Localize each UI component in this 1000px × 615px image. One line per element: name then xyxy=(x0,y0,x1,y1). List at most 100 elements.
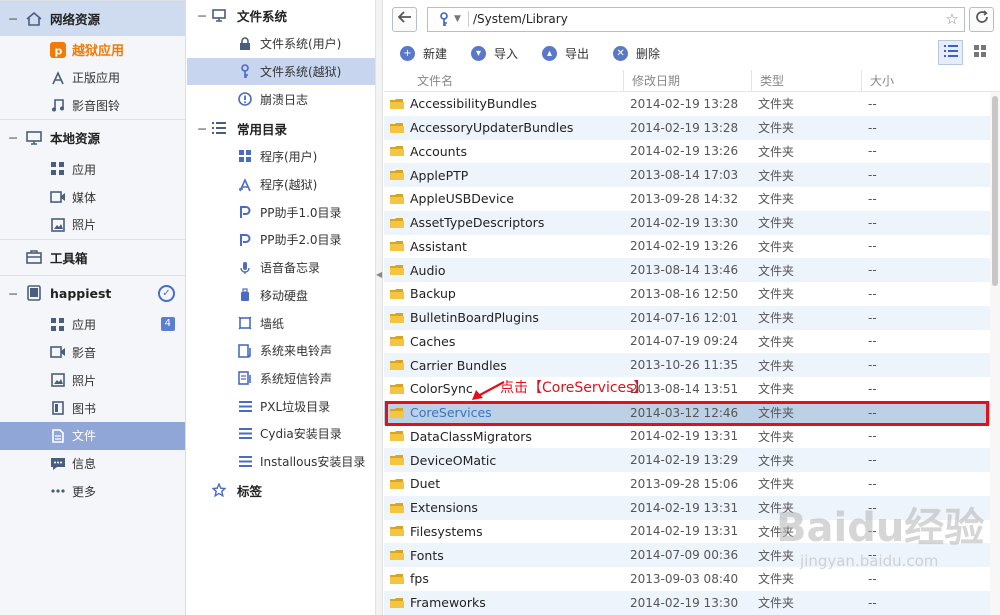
file-type: 文件夹 xyxy=(758,382,795,397)
table-row[interactable]: ApplePTP 2013-08-14 17:03 文件夹 -- xyxy=(384,163,990,187)
section-title: 网络资源 xyxy=(50,12,101,27)
table-row[interactable]: AccessibilityBundles 2014-02-19 13:28 文件夹 -… xyxy=(384,92,990,116)
column-type[interactable]: 类型 xyxy=(752,70,862,92)
delete-button[interactable]: ✕ 删除 xyxy=(613,45,660,62)
file-name: Accounts xyxy=(410,143,467,159)
file-toolbar: + 新建 ▾ 导入 ▴ 导出 ✕ 删除 xyxy=(384,40,1000,66)
table-row[interactable]: Audio 2013-08-14 13:46 文件夹 -- xyxy=(384,258,990,282)
collapse-arrow-icon[interactable]: ◀ xyxy=(376,270,382,279)
table-row[interactable]: Accounts 2014-02-19 13:26 文件夹 -- xyxy=(384,140,990,164)
folder-icon xyxy=(390,264,404,276)
tree-item-crash-logs[interactable]: 崩溃日志 xyxy=(187,85,375,113)
sidebar-item-device-photos[interactable]: 照片 xyxy=(0,366,185,394)
sidebar-item-label: 应用 xyxy=(72,162,97,177)
table-row[interactable]: Carrier Bundles 2013-10-26 11:35 文件夹 -- xyxy=(384,353,990,377)
sidebar-item-official-apps[interactable]: 正版应用 xyxy=(0,64,185,92)
sidebar-item-device-files[interactable]: 文件 xyxy=(0,421,185,450)
table-row[interactable]: DeviceOMatic 2014-02-19 13:29 文件夹 -- xyxy=(384,448,990,472)
folder-icon xyxy=(390,549,404,561)
tree-item-pxl-trash[interactable]: PXL垃圾目录 xyxy=(187,392,375,420)
tree-item-sms-tones[interactable]: 系统短信铃声 xyxy=(187,365,375,393)
collapse-icon[interactable]: − xyxy=(8,130,22,145)
tree-group-common-dirs[interactable]: − 常用目录 xyxy=(187,113,375,143)
tree-group-filesystem[interactable]: − 文件系统 xyxy=(187,0,375,30)
file-date: 2014-02-19 13:29 xyxy=(630,453,739,468)
key-icon xyxy=(434,11,454,27)
file-size: -- xyxy=(868,120,877,135)
vertical-scrollbar[interactable] xyxy=(990,92,1000,615)
section-device-happiest[interactable]: − happiest ✓ xyxy=(0,274,185,311)
tree-item-label: 墙纸 xyxy=(260,316,285,331)
tree-item-filesystem-user[interactable]: 文件系统(用户) xyxy=(187,30,375,58)
sidebar-item-device-more[interactable]: 更多 xyxy=(0,478,185,506)
table-row[interactable]: Caches 2014-07-19 09:24 文件夹 -- xyxy=(384,330,990,354)
back-button[interactable] xyxy=(392,6,417,32)
import-button[interactable]: ▾ 导入 xyxy=(471,45,518,62)
file-name: ApplePTP xyxy=(410,167,469,183)
new-button[interactable]: + 新建 xyxy=(400,45,447,62)
collapse-icon[interactable]: − xyxy=(197,121,211,136)
tree-item-wallpaper[interactable]: 墙纸 xyxy=(187,309,375,337)
tree-item-filesystem-jailbreak[interactable]: 文件系统(越狱) xyxy=(187,57,375,86)
sidebar-item-device-media[interactable]: 影音 xyxy=(0,339,185,367)
path-field[interactable]: ▼ /System/Library ☆ xyxy=(427,6,965,32)
section-local-resources[interactable]: − 本地资源 xyxy=(0,119,185,155)
table-row[interactable]: fps 2013-09-03 08:40 文件夹 -- xyxy=(384,567,990,591)
table-row[interactable]: Assistant 2014-02-19 13:26 文件夹 -- xyxy=(384,235,990,259)
table-row[interactable]: AppleUSBDevice 2013-09-28 14:32 文件夹 -- xyxy=(384,187,990,211)
tree-group-tags[interactable]: 标签 xyxy=(187,475,375,505)
list-view-button[interactable] xyxy=(938,40,963,65)
sidebar-item-device-books[interactable]: 图书 xyxy=(0,394,185,422)
table-row[interactable]: Frameworks 2014-02-19 13:30 文件夹 -- xyxy=(384,590,990,615)
table-row[interactable]: Backup 2013-08-16 12:50 文件夹 -- xyxy=(384,282,990,306)
collapse-icon[interactable]: − xyxy=(8,286,22,301)
file-size: -- xyxy=(868,263,877,278)
file-type: 文件夹 xyxy=(758,121,795,136)
sidebar-item-local-apps[interactable]: 应用 xyxy=(0,155,185,183)
sidebar-item-local-photos[interactable]: 照片 xyxy=(0,211,185,239)
tree-item-programs-jailbreak[interactable]: 程序(越狱) xyxy=(187,171,375,199)
column-name[interactable]: 文件名 xyxy=(384,70,624,92)
sidebar-item-local-media[interactable]: 媒体 xyxy=(0,183,185,211)
sidebar-item-device-messages[interactable]: 信息 xyxy=(0,450,185,478)
pane-splitter[interactable]: ◀ xyxy=(375,0,383,615)
sidebar-item-jailbreak-apps[interactable]: p 越狱应用 xyxy=(0,36,185,64)
table-row[interactable]: CoreServices 2014-03-12 12:46 文件夹 -- xyxy=(384,400,990,426)
tree-item-pp2-dir[interactable]: PP助手2.0目录 xyxy=(187,226,375,254)
sidebar-item-media-ringtones[interactable]: 影音图铃 xyxy=(0,92,185,120)
home-icon xyxy=(24,11,44,27)
sidebar-item-label: 媒体 xyxy=(72,190,97,205)
file-size: -- xyxy=(868,96,877,111)
sidebar-item-device-apps[interactable]: 应用 4 xyxy=(0,311,185,339)
tree-item-programs-user[interactable]: 程序(用户) xyxy=(187,143,375,171)
section-network-resources[interactable]: − 网络资源 xyxy=(0,0,185,36)
sms-tone-icon xyxy=(237,370,253,386)
export-button[interactable]: ▴ 导出 xyxy=(542,45,589,62)
table-row[interactable]: AssetTypeDescriptors 2014-02-19 13:30 文件夹 -… xyxy=(384,210,990,235)
tree-item-cydia-install[interactable]: Cydia安装目录 xyxy=(187,420,375,448)
chevron-down-icon[interactable]: ▼ xyxy=(454,14,468,24)
folder-icon xyxy=(390,288,404,300)
favorite-star-icon[interactable]: ☆ xyxy=(940,10,964,28)
column-date[interactable]: 修改日期 xyxy=(624,70,752,92)
column-size[interactable]: 大小 xyxy=(862,70,1000,92)
collapse-icon[interactable]: − xyxy=(8,11,22,26)
table-row[interactable]: AccessoryUpdaterBundles 2014-02-19 13:28 文… xyxy=(384,115,990,140)
tree-item-installous-install[interactable]: Installous安装目录 xyxy=(187,448,375,476)
collapse-icon[interactable]: − xyxy=(197,8,211,23)
current-path[interactable]: /System/Library xyxy=(473,12,940,26)
file-date: 2014-02-19 13:26 xyxy=(630,144,739,159)
tree-item-removable-disk[interactable]: 移动硬盘 xyxy=(187,282,375,310)
file-name: Audio xyxy=(410,262,446,278)
scrollbar-thumb[interactable] xyxy=(992,96,998,286)
tree-item-pp1-dir[interactable]: PP助手1.0目录 xyxy=(187,198,375,226)
table-row[interactable]: DataClassMigrators 2014-02-19 13:31 文件夹 -- xyxy=(384,425,990,449)
tree-item-voice-memos[interactable]: 语音备忘录 xyxy=(187,254,375,282)
sidebar-item-label: 应用 xyxy=(72,318,97,333)
table-row[interactable]: BulletinBoardPlugins 2014-07-16 12:01 文件夹 -… xyxy=(384,305,990,330)
grid-view-button[interactable] xyxy=(967,40,992,65)
table-row[interactable]: Duet 2013-09-28 15:06 文件夹 -- xyxy=(384,472,990,496)
section-toolbox[interactable]: 工具箱 xyxy=(0,238,185,275)
refresh-button[interactable] xyxy=(969,6,994,32)
tree-item-call-ringtones[interactable]: 系统来电铃声 xyxy=(187,337,375,365)
